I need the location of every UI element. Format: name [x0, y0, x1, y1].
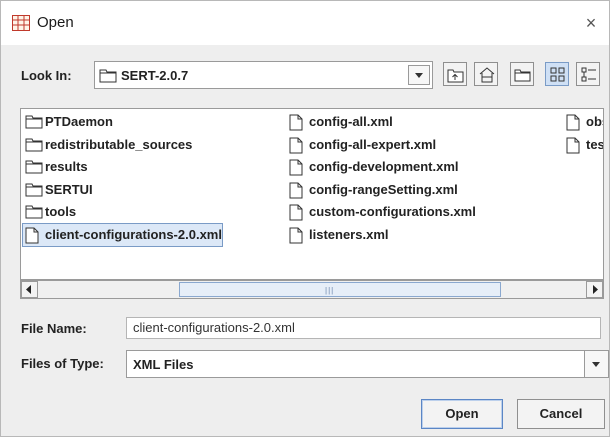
window-title: Open — [37, 14, 74, 31]
title-bar: Open × — [1, 1, 609, 45]
file-list-item-label: config-rangeSetting.xml — [309, 181, 458, 197]
file-type-value: XML Files — [133, 357, 194, 372]
file-list-item-label: client-configurations-2.0.xml — [45, 226, 222, 242]
file-list-item-label: PTDaemon — [45, 114, 113, 129]
list-view-icon — [550, 67, 565, 82]
home-button[interactable] — [474, 62, 498, 86]
file-list-item[interactable]: results — [23, 156, 222, 179]
cancel-button[interactable]: Cancel — [517, 399, 605, 429]
close-button[interactable]: × — [577, 9, 605, 37]
file-list-item[interactable]: tools — [23, 201, 222, 224]
file-list-item-label: tes — [586, 136, 604, 152]
file-list-item[interactable]: config-development.xml — [287, 156, 476, 179]
file-list-item-label: custom-configurations.xml — [309, 204, 476, 219]
file-list-item[interactable]: listeners.xml — [287, 224, 476, 247]
home-icon — [479, 67, 495, 83]
file-list-item-label: SERTUI — [45, 181, 93, 197]
details-view-icon — [581, 67, 596, 82]
file-list-item-label: tools — [45, 204, 77, 219]
chevron-down-icon[interactable] — [408, 65, 430, 85]
file-list-item-label: config-all.xml — [309, 114, 393, 129]
horizontal-scrollbar[interactable]: ||| — [20, 280, 604, 299]
chevron-left-icon — [26, 285, 31, 294]
folder-icon — [99, 68, 117, 88]
details-view-button[interactable] — [576, 62, 600, 86]
file-list-item-label: listeners.xml — [309, 226, 389, 242]
file-list-item-label: obs — [586, 114, 603, 129]
file-list-item[interactable]: tes — [564, 134, 604, 157]
look-in-label: Look In: — [21, 68, 72, 83]
file-column-2: config-all.xml config-all-expert.xml confi… — [287, 111, 476, 246]
file-list-item[interactable]: config-all-expert.xml — [287, 134, 476, 157]
file-list-item[interactable]: config-all.xml — [287, 111, 476, 134]
file-list-item[interactable]: client-configurations-2.0.xml — [22, 222, 223, 247]
list-view-button[interactable] — [545, 62, 569, 86]
file-list-item[interactable]: config-rangeSetting.xml — [287, 179, 476, 202]
file-type-combo[interactable]: XML Files — [126, 350, 609, 378]
file-list-item-label: results — [45, 159, 88, 174]
file-list-item[interactable]: PTDaemon — [23, 111, 222, 134]
java-app-icon — [12, 15, 30, 31]
up-one-level-icon — [447, 69, 464, 83]
scroll-right-button[interactable] — [586, 281, 603, 298]
chevron-right-icon — [593, 285, 598, 294]
file-type-label: Files of Type: — [21, 356, 104, 371]
scroll-left-button[interactable] — [21, 281, 38, 298]
file-list-item[interactable]: obs — [564, 111, 603, 134]
scrollbar-grip: ||| — [325, 286, 335, 295]
new-folder-icon — [514, 69, 531, 82]
look-in-value: SERT-2.0.7 — [121, 68, 189, 83]
file-name-input[interactable]: client-configurations-2.0.xml — [126, 317, 601, 339]
chevron-down-icon[interactable] — [584, 351, 608, 377]
file-name-label: File Name: — [21, 321, 87, 336]
file-list-item-label: redistributable_sources — [45, 136, 193, 152]
scrollbar-thumb[interactable]: ||| — [179, 282, 501, 297]
new-folder-button[interactable] — [510, 62, 534, 86]
open-button[interactable]: Open — [421, 399, 503, 429]
file-list[interactable]: PTDaemon redistributable_sourcesresults SE… — [20, 108, 604, 280]
file-list-item-label: config-development.xml — [309, 159, 459, 174]
look-in-combo[interactable]: SERT-2.0.7 — [94, 61, 433, 89]
up-one-level-button[interactable] — [443, 62, 467, 86]
file-list-item[interactable]: redistributable_sources — [23, 134, 222, 157]
file-list-item[interactable]: SERTUI — [23, 179, 222, 202]
file-list-item-label: config-all-expert.xml — [309, 136, 437, 152]
file-column-3: obs tes — [564, 111, 604, 157]
open-dialog: Open × Look In: SERT-2.0.7 PTDaemon redi… — [0, 0, 610, 437]
file-column-1: PTDaemon redistributable_sourcesresults SE… — [22, 111, 223, 247]
file-list-item[interactable]: custom-configurations.xml — [287, 201, 476, 224]
